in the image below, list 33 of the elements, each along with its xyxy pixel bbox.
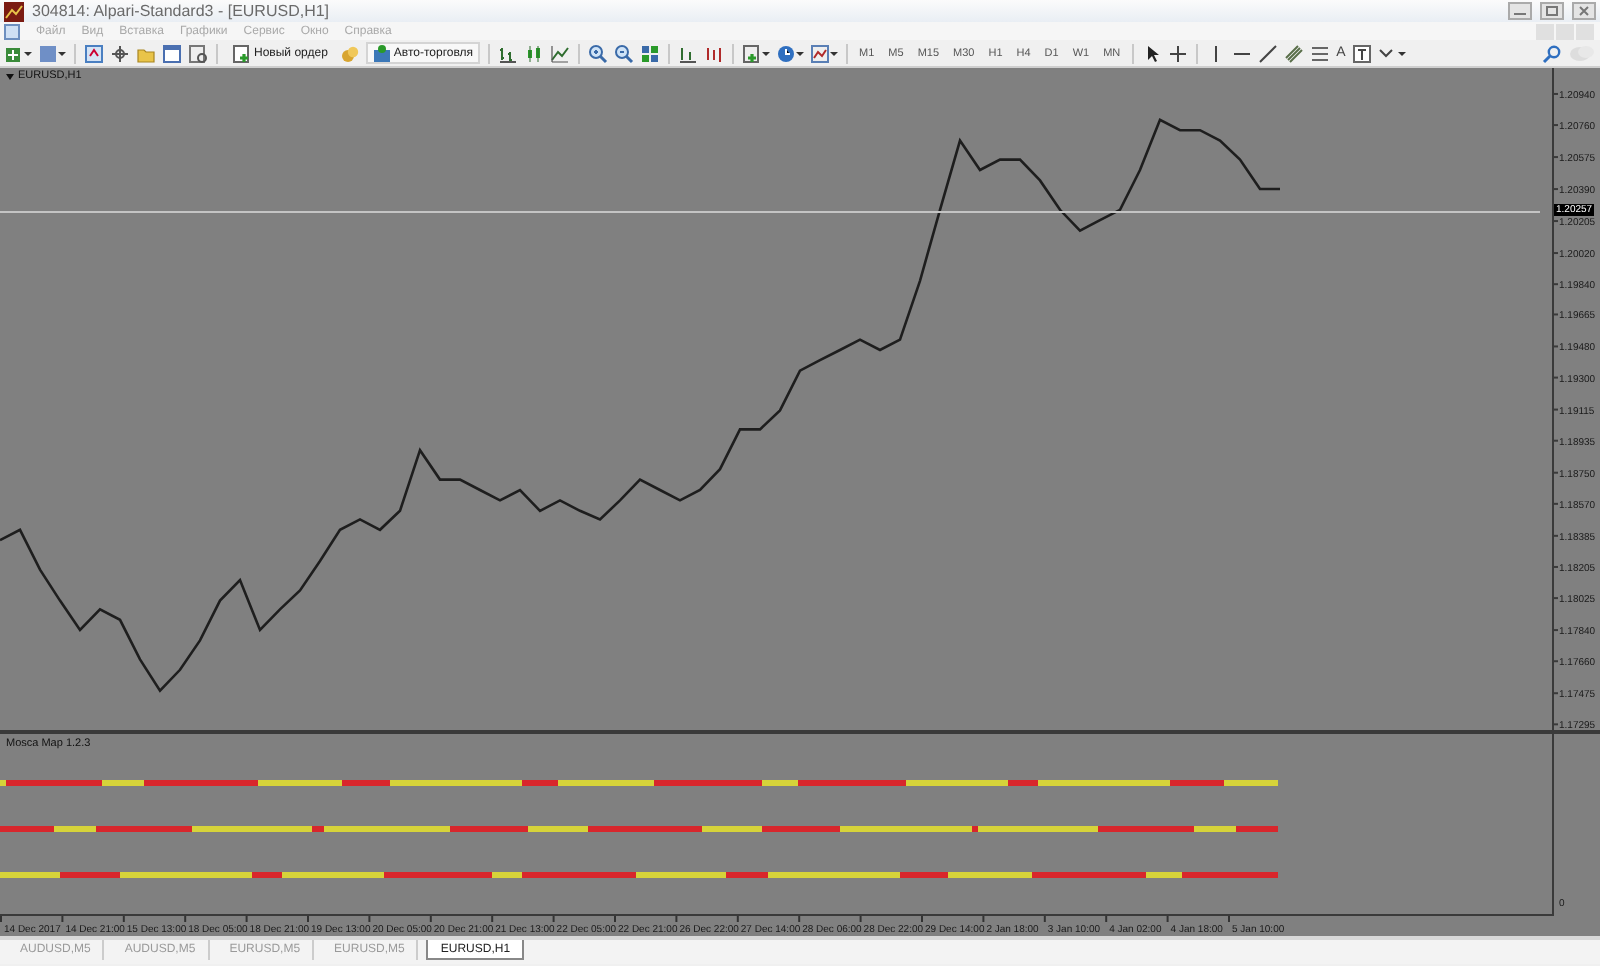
- cursor-icon[interactable]: [1142, 43, 1163, 63]
- minimize-icon[interactable]: [1508, 2, 1532, 20]
- window-icon[interactable]: [162, 43, 182, 63]
- zoom-in-icon[interactable]: [587, 43, 608, 63]
- text-label-icon[interactable]: [1351, 43, 1372, 63]
- search-icon[interactable]: [1542, 43, 1562, 63]
- close-icon[interactable]: [1572, 2, 1596, 20]
- dropdown-icon[interactable]: [6, 73, 14, 79]
- line-chart-icon[interactable]: [549, 43, 570, 63]
- tester-icon[interactable]: [188, 43, 208, 63]
- indicator-icon[interactable]: [741, 43, 770, 63]
- new-chart-icon[interactable]: [4, 43, 32, 63]
- template-icon[interactable]: [809, 43, 838, 63]
- trend-line-icon[interactable]: [1258, 43, 1279, 63]
- restore-icon[interactable]: [1540, 2, 1564, 20]
- document-icon[interactable]: [4, 23, 20, 39]
- candlestick-icon[interactable]: [523, 43, 544, 63]
- app-icon: [4, 1, 24, 21]
- new-order-icon: [232, 43, 252, 63]
- profile-icon[interactable]: [38, 43, 66, 63]
- chart-shift-icon[interactable]: [703, 43, 724, 63]
- channel-icon[interactable]: [1284, 43, 1305, 63]
- bar-chart-icon[interactable]: [497, 43, 518, 63]
- zoom-out-icon[interactable]: [613, 43, 634, 63]
- window-title: 304814: Alpari-Standard3 - [EURUSD,H1]: [32, 2, 330, 20]
- crosshair-move-icon[interactable]: [110, 43, 130, 63]
- clock-icon[interactable]: [775, 43, 804, 63]
- crosshair-icon[interactable]: [1168, 43, 1189, 63]
- market-watch-icon[interactable]: [84, 43, 104, 63]
- tile-windows-icon[interactable]: [639, 43, 660, 63]
- fibonacci-icon[interactable]: [1310, 43, 1331, 63]
- autoscroll-icon[interactable]: [677, 43, 698, 63]
- robot-icon: [371, 43, 392, 63]
